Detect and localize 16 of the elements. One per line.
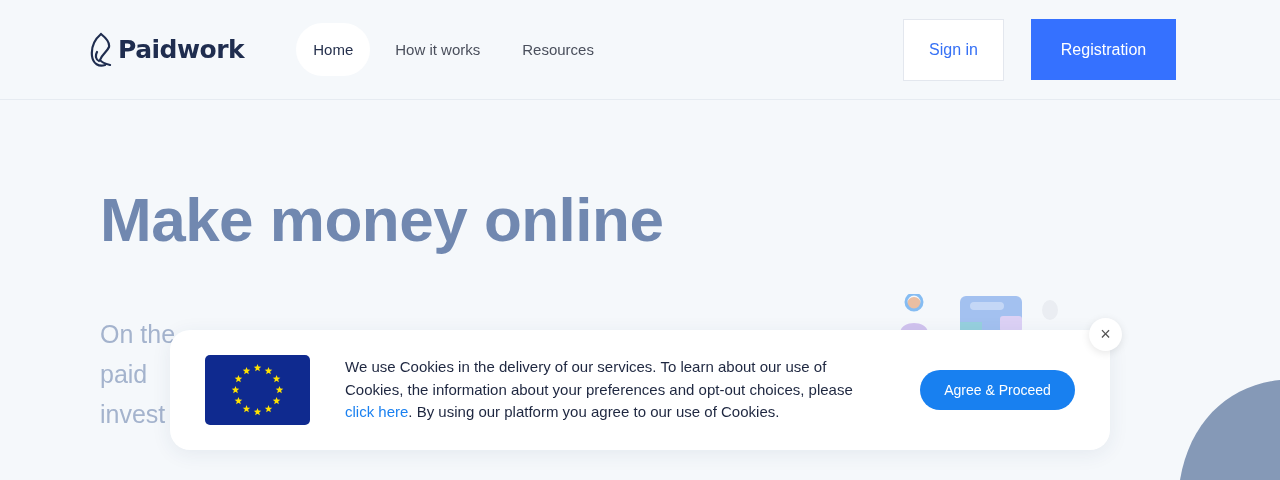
- hero-text: paid: [100, 359, 148, 390]
- logo[interactable]: Paidwork: [90, 31, 245, 68]
- nav-link[interactable]: How it works: [378, 23, 498, 76]
- agree-button[interactable]: Agree & Proceed: [920, 370, 1075, 410]
- cookie-notice-text: We use Cookies in the delivery of our services. To learn about our use of Cookies, the information about your preferences and opt-out choices, please click here. By using our platform you agree to our use of Cookies.: [345, 357, 854, 423]
- eu-flag-icon: [205, 355, 310, 425]
- nav-link[interactable]: Home: [296, 23, 371, 76]
- close-button[interactable]: ×: [1089, 318, 1122, 351]
- hero-text: On the: [100, 319, 176, 350]
- hero-text: invest: [100, 399, 166, 430]
- click-here-link[interactable]: click here: [345, 403, 409, 421]
- nav-link[interactable]: Resources: [505, 23, 611, 76]
- hero-heading: Make money online: [100, 184, 665, 256]
- logo-icon: [90, 31, 112, 68]
- registration-button[interactable]: Registration: [1031, 19, 1176, 80]
- sign-in-button[interactable]: Sign in: [903, 18, 1004, 81]
